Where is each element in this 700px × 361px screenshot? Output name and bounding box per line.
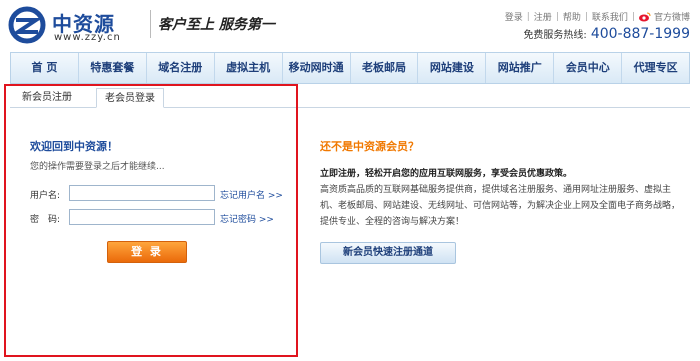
nav-item-domains[interactable]: 域名注册 <box>147 53 215 83</box>
hotline: 免费服务热线: 400-887-1999 <box>523 26 690 42</box>
nav-item-mail[interactable]: 老板邮局 <box>351 53 419 83</box>
login-button[interactable]: 登 录 <box>107 241 187 263</box>
slogan: 客户至上 服务第一 <box>158 17 275 33</box>
separator: | <box>555 11 559 22</box>
forgot-password-link[interactable]: 忘记密码 >> <box>220 212 274 225</box>
username-input[interactable] <box>69 185 215 201</box>
nav-item-home[interactable]: 首 页 <box>11 53 79 83</box>
separator: | <box>631 11 635 22</box>
login-hint: 您的操作需要登录之后才能继续... <box>30 162 165 172</box>
promo-title: 还不是中资源会员？ <box>320 140 419 153</box>
nav-item-promotion[interactable]: 网站推广 <box>486 53 555 83</box>
promo-headline: 立即注册，轻松开启您的应用互联网服务，享受会员优惠政策。 <box>320 169 573 179</box>
hotline-label: 免费服务热线: <box>523 30 587 41</box>
separator: | <box>526 11 530 22</box>
quick-register-button[interactable]: 新会员快速注册通道 <box>320 242 456 264</box>
brand-url: www.zzy.cn <box>54 32 121 43</box>
logo-icon <box>8 6 46 44</box>
site-header: 中资源 www.zzy.cn 客户至上 服务第一 登录 | 注册 | 帮助 | … <box>0 0 700 50</box>
help-link[interactable]: 帮助 <box>563 10 581 23</box>
register-link[interactable]: 注册 <box>534 10 552 23</box>
login-link[interactable]: 登录 <box>505 10 523 23</box>
main-nav: 首 页 特惠套餐 域名注册 虚拟主机 移动网时通 老板邮局 网站建设 网站推广 … <box>10 52 690 84</box>
top-links: 登录 | 注册 | 帮助 | 联系我们 | 官方微博 <box>505 10 690 24</box>
nav-item-mobile[interactable]: 移动网时通 <box>283 53 351 83</box>
password-input[interactable] <box>69 209 215 225</box>
separator: | <box>584 11 588 22</box>
nav-item-agent[interactable]: 代理专区 <box>622 53 689 83</box>
weibo-link[interactable]: 官方微博 <box>654 10 690 23</box>
site-logo[interactable]: 中资源 www.zzy.cn <box>8 6 148 44</box>
nav-item-packages[interactable]: 特惠套餐 <box>79 53 147 83</box>
header-divider <box>150 10 151 38</box>
hotline-number: 400-887-1999 <box>590 26 690 42</box>
nav-item-member[interactable]: 会员中心 <box>554 53 623 83</box>
contact-link[interactable]: 联系我们 <box>592 10 628 23</box>
promo-description: 高资质高品质的互联网基础服务提供商，提供域名注册服务、通用网址注册服务、虚拟主机… <box>320 185 681 227</box>
nav-item-hosting[interactable]: 虚拟主机 <box>215 53 283 83</box>
password-label: 密 码: <box>30 215 61 225</box>
welcome-title: 欢迎回到中资源！ <box>30 140 118 153</box>
weibo-icon <box>638 12 651 21</box>
nav-item-website[interactable]: 网站建设 <box>418 53 487 83</box>
username-label: 用户名: <box>30 191 61 201</box>
forgot-username-link[interactable]: 忘记用户名 >> <box>220 188 283 201</box>
